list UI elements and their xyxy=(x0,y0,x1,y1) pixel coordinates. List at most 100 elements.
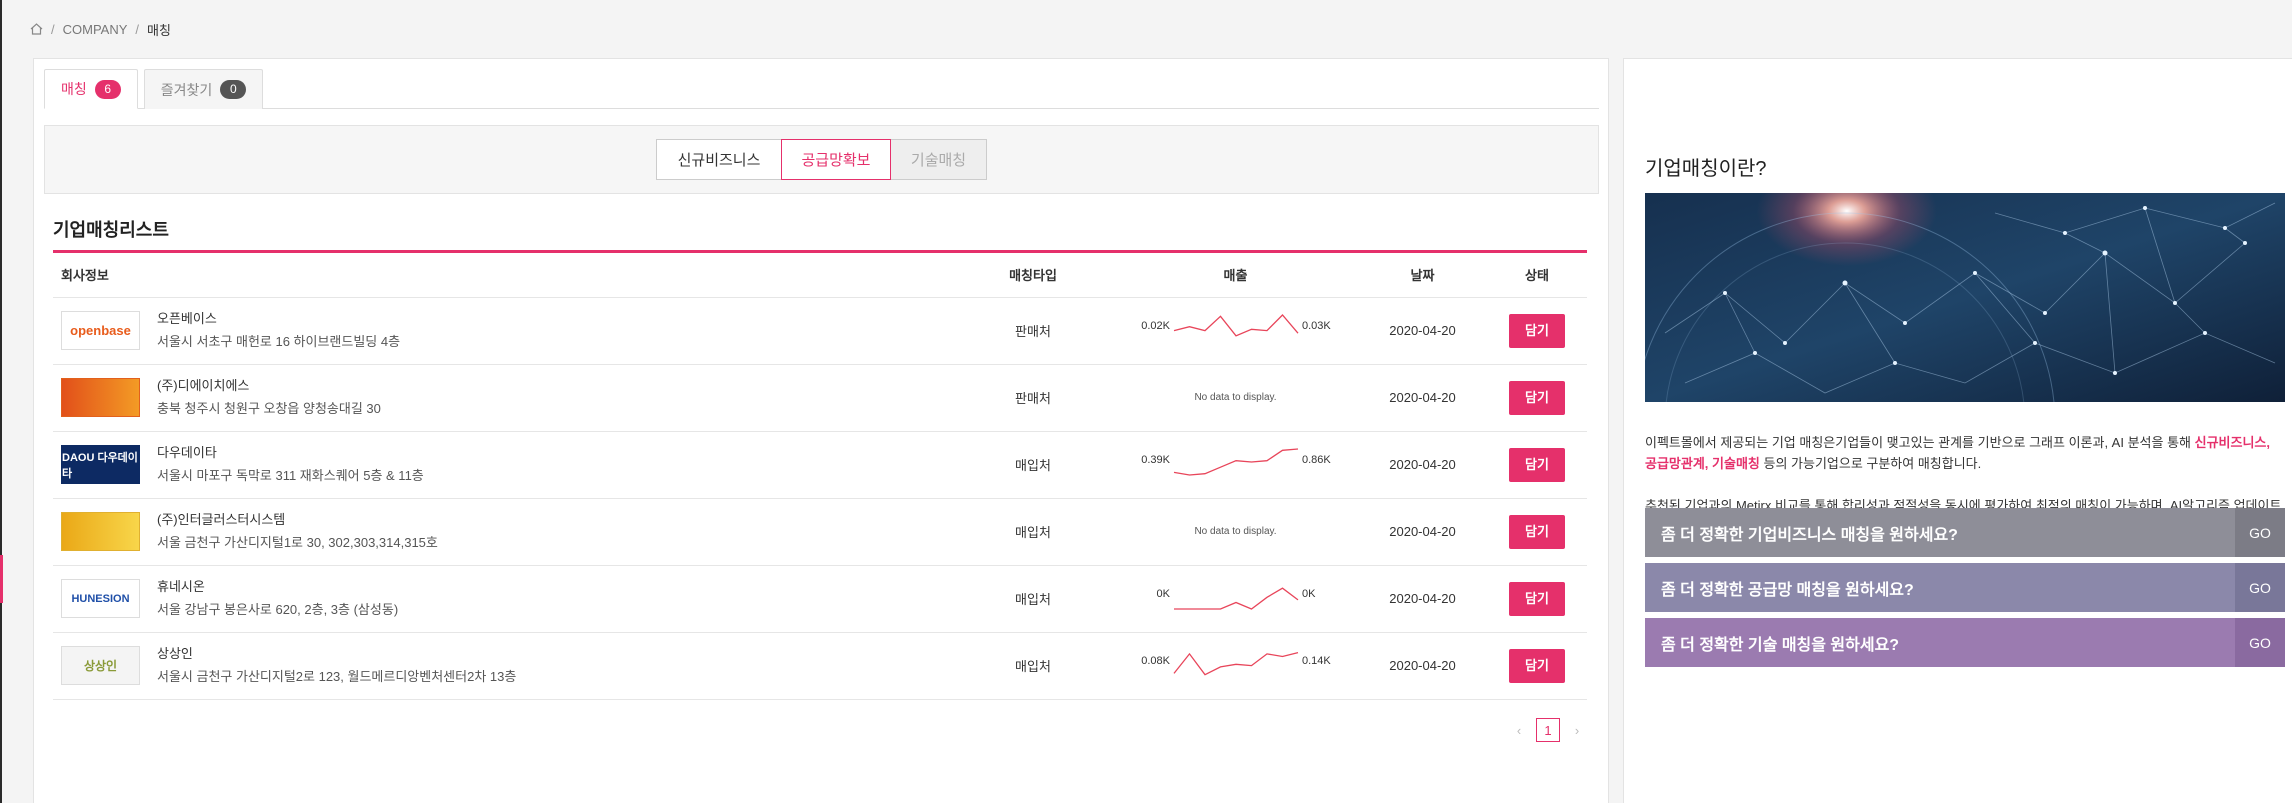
sales-sparkline: 0.02K 0.03K xyxy=(1141,313,1331,337)
sales-cell: 0.02K 0.03K xyxy=(1113,297,1358,365)
sales-cell: No data to display. xyxy=(1113,498,1358,566)
add-button[interactable]: 담기 xyxy=(1509,447,1565,482)
company-logo xyxy=(61,378,140,417)
table-row[interactable]: (주)인터글러스터시스템서울 금천구 가산디지털1로 30, 302,303,3… xyxy=(53,498,1587,566)
company-address: 충북 청주시 청원구 오창읍 양청송대길 30 xyxy=(157,401,381,416)
info-text: 등의 가능기업으로 구분하여 매칭합니다. xyxy=(1759,456,1982,471)
column-header-company: 회사정보 xyxy=(53,253,953,298)
prev-page-icon[interactable]: ‹ xyxy=(1512,723,1526,738)
breadcrumb-item-company[interactable]: COMPANY xyxy=(63,22,128,37)
cta-label: 좀 더 정확한 공급망 매칭을 원하세요? xyxy=(1661,581,1914,599)
sales-cell: No data to display. xyxy=(1113,364,1358,432)
sparkline-max-label: 0.86K xyxy=(1302,454,1331,466)
match-date: 2020-04-20 xyxy=(1358,364,1487,432)
tab-matching[interactable]: 매칭 6 xyxy=(44,69,138,109)
table-row[interactable]: (주)디에이치에스충북 청주시 청원구 오창읍 양청송대길 30 판매처 No da… xyxy=(53,364,1587,432)
company-address: 서울시 마포구 독막로 311 재화스퀘어 5층 & 11층 xyxy=(157,468,424,483)
company-info-cell: DAOU 다우데이타 다우데이타서울시 마포구 독막로 311 재화스퀘어 5층 … xyxy=(53,443,953,486)
breadcrumb-item-current: 매칭 xyxy=(147,22,171,38)
add-button[interactable]: 담기 xyxy=(1509,313,1565,348)
column-header-sales: 매출 xyxy=(1113,253,1358,298)
filter-box: 신규비즈니스 공급망확보 기술매칭 xyxy=(44,125,1599,194)
company-address: 서울시 금천구 가산디지털2로 123, 월드메르디앙벤처센터2차 13층 xyxy=(157,669,517,684)
cta-tech-matching-button[interactable]: 좀 더 정확한 기술 매칭을 원하세요? GO xyxy=(1645,618,2285,667)
matching-type: 매입처 xyxy=(953,632,1113,700)
company-logo: 상상인 xyxy=(61,646,140,685)
no-data-text: No data to display. xyxy=(1194,392,1277,403)
cta-go-button[interactable]: GO xyxy=(2235,563,2285,612)
sparkline-min-label: 0.02K xyxy=(1141,320,1170,332)
company-logo xyxy=(61,512,140,551)
company-name[interactable]: 상상인 xyxy=(157,644,516,664)
list-title: 기업매칭리스트 xyxy=(53,220,169,240)
matching-type: 매입처 xyxy=(953,498,1113,566)
cta-go-button[interactable]: GO xyxy=(2235,508,2285,557)
pagination: ‹ 1 › xyxy=(1512,718,1584,742)
add-button[interactable]: 담기 xyxy=(1509,380,1565,415)
matching-panel: 매칭 6 즐겨찾기 0 신규비즈니스 공급망확보 기술매칭 기업매칭리스트 회사… xyxy=(33,58,1609,803)
column-header-status: 상태 xyxy=(1487,253,1587,298)
matching-type: 매입처 xyxy=(953,565,1113,633)
company-info-cell: HUNESION 휴네시온서울 강남구 봉은사로 620, 2층, 3층 (삼성동… xyxy=(53,577,953,620)
info-panel: 기업매칭이란? 이펙트몰에서 제공되는 기업 매칭은기업들이 맺고있는 관계를 … xyxy=(1623,58,2292,803)
column-header-type: 매칭타입 xyxy=(953,253,1113,298)
filter-tech-matching-button[interactable]: 기술매칭 xyxy=(890,139,987,180)
company-address: 서울시 서초구 매헌로 16 하이브랜드빌딩 4층 xyxy=(157,334,401,349)
add-button[interactable]: 담기 xyxy=(1509,514,1565,549)
company-info-cell: 상상인 상상인서울시 금천구 가산디지털2로 123, 월드메르디앙벤처센터2차 … xyxy=(53,644,953,687)
company-name[interactable]: 오픈베이스 xyxy=(157,309,400,329)
filter-supply-chain-button[interactable]: 공급망확보 xyxy=(781,139,891,180)
cta-go-button[interactable]: GO xyxy=(2235,618,2285,667)
table-row[interactable]: DAOU 다우데이타 다우데이타서울시 마포구 독막로 311 재화스퀘어 5층 … xyxy=(53,431,1587,499)
tab-favorites[interactable]: 즐겨찾기 0 xyxy=(143,69,264,109)
company-info-cell: (주)인터글러스터시스템서울 금천구 가산디지털1로 30, 302,303,3… xyxy=(53,510,953,553)
company-address: 서울 금천구 가산디지털1로 30, 302,303,314,315호 xyxy=(157,535,438,550)
match-date: 2020-04-20 xyxy=(1358,565,1487,633)
table-row[interactable]: 상상인 상상인서울시 금천구 가산디지털2로 123, 월드메르디앙벤처센터2차 … xyxy=(53,632,1587,700)
company-name[interactable]: 휴네시온 xyxy=(157,577,398,597)
page-number-current[interactable]: 1 xyxy=(1536,718,1560,742)
cta-label: 좀 더 정확한 기술 매칭을 원하세요? xyxy=(1661,636,1900,654)
cta-label: 좀 더 정확한 기업비즈니스 매칭을 원하세요? xyxy=(1661,526,1958,544)
tab-count-badge: 6 xyxy=(94,79,121,99)
breadcrumb-separator: / xyxy=(135,21,140,37)
breadcrumb-separator: / xyxy=(51,21,55,37)
table-row[interactable]: openbase 오픈베이스 서울시 서초구 매헌로 16 하이브랜드빌딩 4층 판매… xyxy=(53,297,1587,365)
home-icon[interactable] xyxy=(30,23,43,35)
company-logo: HUNESION xyxy=(61,579,140,618)
no-data-text: No data to display. xyxy=(1194,526,1277,537)
add-button[interactable]: 담기 xyxy=(1509,648,1565,683)
company-address: 서울 강남구 봉은사로 620, 2층, 3층 (삼성동) xyxy=(157,602,399,617)
left-edge-bar xyxy=(0,0,2,803)
match-date: 2020-04-20 xyxy=(1358,498,1487,566)
filter-new-business-button[interactable]: 신규비즈니스 xyxy=(656,139,782,180)
company-info-cell: openbase 오픈베이스 서울시 서초구 매헌로 16 하이브랜드빌딩 4층 xyxy=(53,309,953,352)
sparkline-max-label: 0K xyxy=(1302,588,1316,600)
sales-sparkline: 0K 0K xyxy=(1156,586,1316,610)
matching-type: 매입처 xyxy=(953,431,1113,499)
add-button[interactable]: 담기 xyxy=(1509,581,1565,616)
match-date: 2020-04-20 xyxy=(1358,297,1487,365)
sparkline-path xyxy=(1173,447,1298,476)
sales-cell: 0.39K 0.86K xyxy=(1113,431,1358,499)
table-row[interactable]: HUNESION 휴네시온서울 강남구 봉은사로 620, 2층, 3층 (삼성동… xyxy=(53,565,1587,633)
cta-business-matching-button[interactable]: 좀 더 정확한 기업비즈니스 매칭을 원하세요? GO xyxy=(1645,508,2285,557)
sparkline-path xyxy=(1172,651,1298,676)
company-name[interactable]: 다우데이타 xyxy=(157,443,424,463)
cta-supply-chain-matching-button[interactable]: 좀 더 정확한 공급망 매칭을 원하세요? GO xyxy=(1645,563,2285,612)
sparkline-max-label: 0.03K xyxy=(1302,320,1331,332)
company-name[interactable]: (주)디에이치에스 xyxy=(157,376,381,396)
next-page-icon[interactable]: › xyxy=(1570,723,1584,738)
breadcrumb: / COMPANY / 매칭 xyxy=(30,20,171,38)
matching-type: 판매처 xyxy=(953,297,1113,365)
company-name[interactable]: (주)인터글러스터시스템 xyxy=(157,510,438,530)
matching-type: 판매처 xyxy=(953,364,1113,432)
matching-table: 회사정보 매칭타입 매출 날짜 상태 openbase 오픈베이스 서울시 서초구 … xyxy=(53,253,1587,700)
left-edge-indicator xyxy=(0,555,3,603)
filter-button-group: 신규비즈니스 공급망확보 기술매칭 xyxy=(656,139,987,180)
sparkline-min-label: 0.08K xyxy=(1141,655,1170,667)
company-logo: DAOU 다우데이타 xyxy=(61,445,140,484)
info-title: 기업매칭이란? xyxy=(1645,158,1767,180)
tab-bar: 매칭 6 즐겨찾기 0 xyxy=(44,69,1599,109)
sales-cell: 0.08K 0.14K xyxy=(1113,632,1358,700)
